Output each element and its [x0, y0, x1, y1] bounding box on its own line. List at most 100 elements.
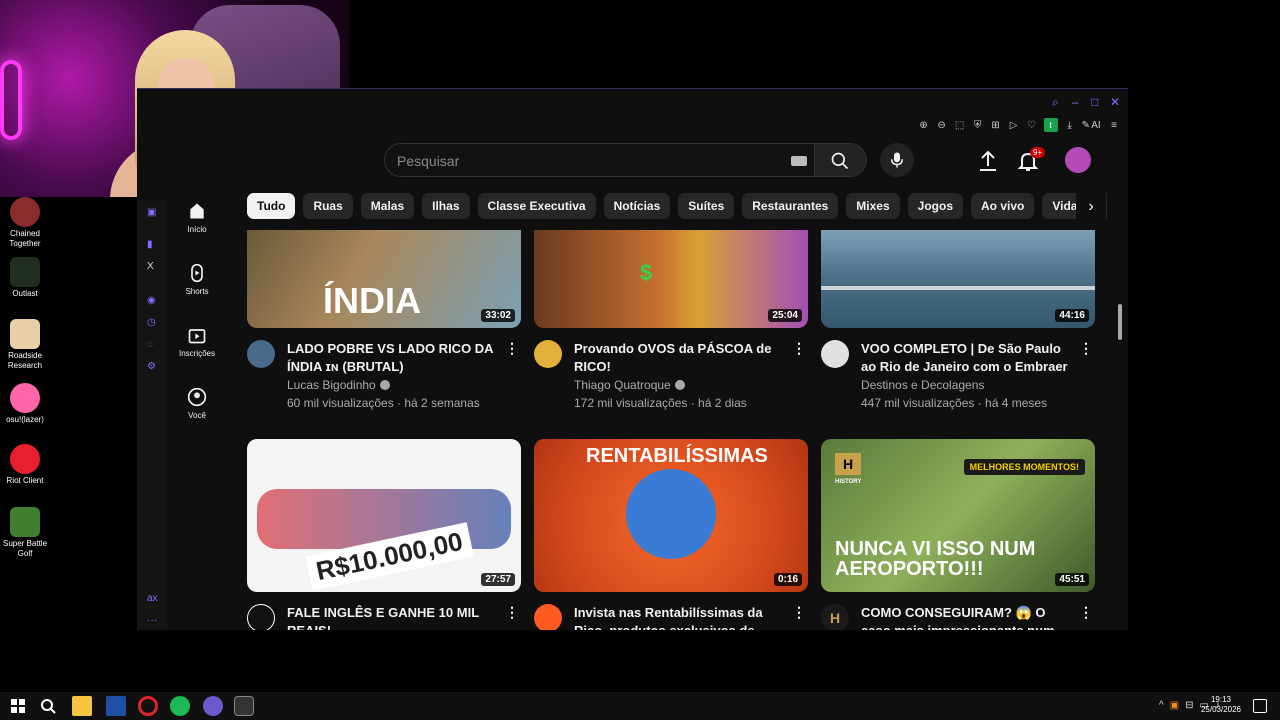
history-channel-avatar[interactable]: H	[821, 604, 849, 630]
network-icon[interactable]: ⊟	[1185, 700, 1193, 711]
maximize-icon[interactable]: □	[1091, 95, 1098, 109]
video-title[interactable]: COMO CONSEGUIRAM? 😱 O caso mais impressi…	[861, 604, 1075, 630]
filter-chip[interactable]: Ilhas	[422, 193, 470, 219]
opera-gx-icon[interactable]	[138, 696, 158, 716]
filter-chip[interactable]: Classe Executiva	[477, 193, 596, 219]
channel-avatar[interactable]	[534, 604, 562, 630]
desktop-icon-outlast[interactable]: Outlast	[0, 257, 50, 299]
video-title[interactable]: FALE INGLÊS E GANHE 10 MIL REAIS!	[287, 604, 501, 630]
video-card[interactable]: 44:16 VOO COMPLETO | De São Paulo ao Rio…	[821, 230, 1095, 420]
video-thumbnail[interactable]: R$10.000,00 27:57	[247, 439, 521, 592]
app-icon[interactable]	[106, 696, 126, 716]
scrollbar[interactable]	[1118, 304, 1122, 340]
video-card[interactable]: R$10.000,00 27:57 FALE INGLÊS E GANHE 10…	[247, 439, 521, 630]
chevron-right-icon[interactable]: ›	[1076, 193, 1106, 221]
video-thumbnail[interactable]: H HISTORY MELHORES MOMENTOS! NUNCA VI IS…	[821, 439, 1095, 592]
more-vert-icon[interactable]: ⋮	[792, 340, 806, 357]
more-vert-icon[interactable]: ⋮	[505, 340, 519, 357]
chevron-up-icon[interactable]: ^	[1159, 700, 1164, 711]
twitch-icon[interactable]: ▮	[147, 239, 153, 250]
settings-icon[interactable]: ⚙	[147, 361, 156, 372]
more-icon[interactable]: ···	[147, 615, 157, 626]
guide-item-home[interactable]: Início	[167, 201, 227, 234]
video-title[interactable]: VOO COMPLETO | De São Paulo ao Rio de Ja…	[861, 340, 1075, 376]
more-vert-icon[interactable]: ⋮	[1079, 604, 1093, 621]
more-vert-icon[interactable]: ⋮	[1079, 340, 1093, 357]
desktop-icon-roadside-research[interactable]: Roadside Research	[0, 319, 50, 371]
obs-icon[interactable]	[203, 696, 223, 716]
video-thumbnail[interactable]: 44:16	[821, 230, 1095, 328]
avatar[interactable]	[1065, 147, 1091, 173]
voice-search-button[interactable]	[880, 143, 914, 177]
play-icon[interactable]: ▷	[1008, 120, 1020, 131]
chat-icon[interactable]: ◌	[147, 339, 153, 350]
search-icon[interactable]	[38, 696, 58, 716]
zoom-out-icon[interactable]: ⊖	[936, 120, 948, 131]
guide-item-you[interactable]: Você	[167, 387, 227, 420]
channel-avatar[interactable]	[534, 340, 562, 368]
video-thumbnail[interactable]: RENTABILÍSSIMAS 0:16	[534, 439, 808, 592]
translate-icon[interactable]: ⊞	[990, 120, 1002, 131]
desktop-icon-chained-together[interactable]: Chained Together	[0, 197, 50, 249]
filter-chip[interactable]: Restaurantes	[742, 193, 839, 219]
channel-name[interactable]: Destinos e Decolagens	[861, 378, 984, 392]
video-title[interactable]: Provando OVOS da PÁSCOA de RICO!	[574, 340, 788, 376]
history-logo-text: HISTORY	[835, 479, 862, 485]
channel-name[interactable]: Lucas Bigodinho	[287, 378, 390, 392]
play-circle-icon[interactable]: ◉	[147, 295, 156, 306]
x-icon[interactable]: X	[147, 261, 154, 272]
clock[interactable]: 19:13 25/03/2026	[1198, 695, 1244, 715]
file-explorer-icon[interactable]	[72, 696, 92, 716]
more-vert-icon[interactable]: ⋮	[792, 604, 806, 621]
windows-start-icon[interactable]	[8, 696, 28, 716]
channel-avatar[interactable]	[247, 604, 275, 630]
minimize-icon[interactable]: –	[1072, 95, 1079, 109]
video-thumbnail[interactable]: ÍNDIA 33:02	[247, 230, 521, 328]
filter-chip[interactable]: Suítes	[678, 193, 735, 219]
guide-item-subscriptions[interactable]: Inscrições	[167, 325, 227, 358]
spotify-icon[interactable]	[170, 696, 190, 716]
desktop-icon-super-battle-golf[interactable]: Super Battle Golf	[0, 507, 50, 559]
filter-chip[interactable]: Ao vivo	[971, 193, 1035, 219]
search-button[interactable]	[815, 143, 867, 177]
download-icon[interactable]: ⤓	[1064, 120, 1076, 131]
video-card[interactable]: H HISTORY MELHORES MOMENTOS! NUNCA VI IS…	[821, 439, 1095, 630]
desktop-icon-riot-client[interactable]: Riot Client	[0, 444, 50, 486]
filter-chip[interactable]: Tudo	[247, 193, 296, 219]
heart-icon[interactable]: ♡	[1026, 120, 1038, 131]
video-card[interactable]: RENTABILÍSSIMAS 0:16 Invista nas Rentabi…	[534, 439, 808, 630]
video-card[interactable]: ÍNDIA 33:02 LADO POBRE VS LADO RICO DA Í…	[247, 230, 521, 420]
ax-icon[interactable]: ax	[147, 593, 158, 604]
search-icon[interactable]: ⌕	[1052, 95, 1059, 110]
close-icon[interactable]: ✕	[1110, 95, 1120, 109]
more-vert-icon[interactable]: ⋮	[505, 604, 519, 621]
search-input[interactable]	[397, 152, 777, 170]
video-card[interactable]: $ 25:04 Provando OVOS da PÁSCOA de RICO!…	[534, 230, 808, 420]
keyboard-icon[interactable]	[791, 156, 807, 166]
filter-chip[interactable]: Malas	[360, 193, 415, 219]
channel-avatar[interactable]	[247, 340, 275, 368]
screenshot-icon[interactable]: ⬚	[954, 120, 966, 131]
filter-chip[interactable]: Notícias	[603, 193, 671, 219]
guide-item-shorts[interactable]: Shorts	[167, 263, 227, 296]
menu-icon[interactable]: ≡	[1108, 120, 1120, 131]
upload-icon[interactable]	[976, 149, 1000, 173]
notification-center-icon[interactable]	[1253, 699, 1267, 713]
filter-chip[interactable]: Mixes	[846, 193, 900, 219]
shield-icon[interactable]: ⛨	[972, 120, 984, 131]
ai-button[interactable]: ✎AI	[1082, 120, 1102, 131]
zoom-in-icon[interactable]: ⊕	[918, 120, 930, 131]
messenger-icon[interactable]: ▣	[147, 207, 156, 218]
video-title[interactable]: Invista nas Rentabilíssimas da Rico, pro…	[574, 604, 788, 630]
channel-name[interactable]: Thiago Quatroque	[574, 378, 685, 392]
video-title[interactable]: LADO POBRE VS LADO RICO DA ÍNDIA ɪɴ (BRU…	[287, 340, 501, 376]
video-thumbnail[interactable]: $ 25:04	[534, 230, 808, 328]
extension-t-badge[interactable]: t	[1043, 118, 1058, 132]
active-app-icon[interactable]	[234, 696, 254, 716]
filter-chip[interactable]: Jogos	[907, 193, 963, 219]
tray-app-icon[interactable]: ▣	[1170, 700, 1179, 711]
history-icon[interactable]: ◷	[147, 317, 156, 328]
channel-avatar[interactable]	[821, 340, 849, 368]
filter-chip[interactable]: Ruas	[303, 193, 353, 219]
desktop-icon-osu[interactable]: osu!(lazer)	[0, 383, 50, 425]
